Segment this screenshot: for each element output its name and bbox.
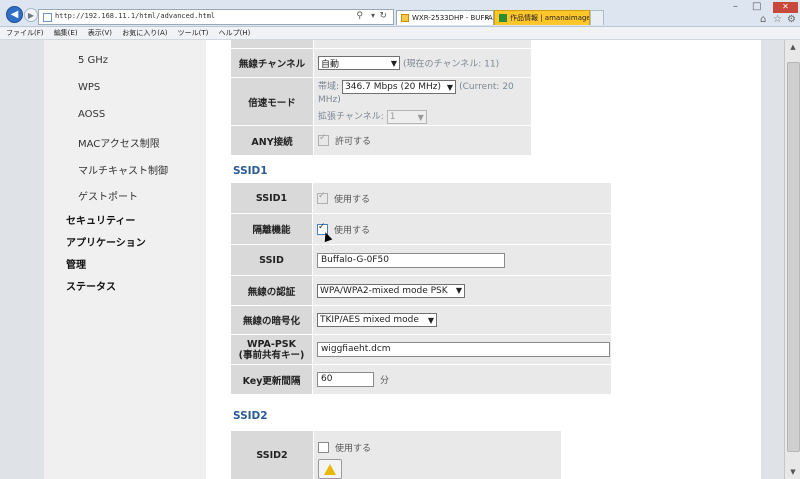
sidebar-item-5ghz[interactable]: 5 GHz	[78, 55, 108, 66]
tab-label: 作品情報 | amanaimages	[510, 14, 590, 22]
menu-help[interactable]: ヘルプ(H)	[219, 28, 251, 39]
vertical-scrollbar[interactable]: ▲ ▼	[784, 40, 800, 479]
star-icon[interactable]: ☆	[773, 14, 782, 25]
scroll-down-icon[interactable]: ▼	[785, 465, 800, 479]
auth-select[interactable]: WPA/WPA2-mixed mode PSK ▼	[317, 283, 465, 298]
chevron-down-icon: ▼	[455, 286, 462, 295]
router-favicon-icon	[401, 14, 409, 22]
sidebar-item-wps[interactable]: WPS	[78, 82, 100, 93]
menu-bar: ファイル(F) 編集(E) 表示(V) お気に入り(A) ツール(T) ヘルプ(…	[0, 27, 800, 40]
sidebar-item-aoss[interactable]: AOSS	[78, 109, 105, 120]
close-icon[interactable]: ×	[484, 11, 490, 25]
chevron-down-icon: ▼	[417, 112, 424, 122]
gear-icon[interactable]: ⚙	[787, 14, 796, 25]
any-connect-label: ANY接続	[231, 126, 314, 156]
ssid1-enable-check-label: 使用する	[334, 194, 371, 205]
sidebar-item-guest-port[interactable]: ゲストポート	[78, 188, 138, 203]
any-connect-check-label: 許可する	[335, 137, 372, 147]
ssid2-heading: SSID2	[233, 410, 268, 422]
warning-icon	[324, 463, 336, 475]
isolation-label: 隔離機能	[231, 214, 313, 245]
channel-select[interactable]: 自動 ▼	[318, 56, 400, 70]
sidebar-item-mac-filter[interactable]: MACアクセス制限	[78, 135, 160, 150]
bandwidth-select[interactable]: 346.7 Mbps (20 MHz) ▼	[342, 80, 457, 94]
bandwidth-prefix: 帯域:	[318, 82, 340, 92]
search-icon[interactable]: ⚲	[356, 11, 363, 21]
ext-channel-label: 拡張チャンネル:	[318, 112, 384, 122]
router-settings-page: 5 GHz WPS AOSS MACアクセス制限 マルチキャスト制御 ゲストポー…	[44, 40, 761, 479]
chevron-down-icon: ▼	[427, 315, 434, 325]
sidebar-item-admin[interactable]: 管理	[66, 256, 86, 271]
key-interval-label: Key更新間隔	[231, 365, 313, 395]
psk-sublabel: (事前共有キー)	[238, 349, 305, 361]
sidebar-item-application[interactable]: アプリケーション	[66, 234, 146, 249]
scroll-thumb[interactable]	[787, 62, 800, 452]
ssid1-enable-label: SSID1	[231, 183, 313, 214]
tab-router[interactable]: WXR-2533DHP - BUFFAL... ×	[396, 10, 494, 25]
menu-tools[interactable]: ツール(T)	[178, 28, 209, 39]
browser-titlebar: ◀ ▶ http://192.168.11.1/html/advanced.ht…	[0, 0, 800, 27]
sidebar-item-security[interactable]: セキュリティー	[66, 212, 135, 227]
psk-input[interactable]: wiggfiaeht.dcm	[317, 342, 610, 357]
channel-note: (現在のチャンネル: 11)	[403, 59, 500, 70]
mouse-cursor-icon	[321, 230, 333, 243]
isolation-check-label: 使用する	[334, 225, 371, 236]
sidebar-item-status[interactable]: ステータス	[66, 278, 116, 293]
ssid-input[interactable]: Buffalo-G-0F50	[317, 252, 505, 268]
minimize-icon[interactable]: –	[733, 1, 738, 12]
back-arrow-icon[interactable]: ◀	[6, 6, 23, 23]
ssid2-enable-checkbox[interactable]	[318, 442, 329, 453]
warning-button[interactable]	[318, 459, 342, 479]
scroll-up-icon[interactable]: ▲	[785, 40, 800, 54]
chevron-down-icon[interactable]: ▾	[371, 11, 375, 20]
menu-edit[interactable]: 編集(E)	[54, 28, 78, 39]
ssid2-settings-table: SSID2 使用する	[231, 431, 561, 479]
forward-arrow-icon[interactable]: ▶	[24, 8, 38, 22]
radio-settings-table: 無線チャンネル 自動 ▼ (現在のチャンネル: 11) 倍速モード 帯域: 346…	[231, 40, 531, 156]
ssid1-settings-table: SSID1 使用する 隔離機能 使用する SSID Buffalo-G-0F50	[231, 183, 611, 395]
auth-label: 無線の認証	[231, 276, 313, 306]
refresh-icon[interactable]: ↻	[379, 11, 387, 21]
amana-favicon-icon	[499, 14, 507, 22]
key-interval-unit: 分	[380, 376, 390, 386]
tab-label: WXR-2533DHP - BUFFAL...	[412, 14, 493, 22]
channel-label: 無線チャンネル	[231, 49, 314, 78]
menu-file[interactable]: ファイル(F)	[6, 28, 44, 39]
menu-favorites[interactable]: お気に入り(A)	[122, 28, 167, 39]
ssid1-heading: SSID1	[233, 165, 268, 177]
psk-label: WPA-PSK	[246, 338, 297, 350]
ext-channel-select[interactable]: 1 ▼	[386, 110, 427, 124]
chevron-down-icon: ▼	[446, 82, 454, 92]
encryption-select[interactable]: TKIP/AES mixed mode ▼	[317, 313, 437, 327]
sidebar-item-multicast[interactable]: マルチキャスト制御	[78, 162, 168, 177]
ssid2-enable-label: SSID2	[231, 431, 314, 479]
menu-view[interactable]: 表示(V)	[88, 28, 112, 39]
any-connect-checkbox[interactable]	[318, 133, 329, 146]
page-icon	[43, 13, 52, 22]
page-viewport: 5 GHz WPS AOSS MACアクセス制限 マルチキャスト制御 ゲストポー…	[0, 40, 784, 479]
window-close-icon[interactable]: ✕	[773, 2, 798, 13]
home-icon[interactable]: ⌂	[760, 14, 766, 25]
address-bar[interactable]: http://192.168.11.1/html/advanced.html ⚲…	[38, 9, 394, 25]
tab-amanaimages[interactable]: 作品情報 | amanaimages	[494, 10, 590, 25]
maximize-icon[interactable]: □	[752, 1, 761, 12]
ssid1-enable-checkbox[interactable]	[317, 191, 328, 204]
encryption-label: 無線の暗号化	[231, 306, 313, 335]
chevron-down-icon: ▼	[390, 58, 397, 68]
ssid2-enable-check-label: 使用する	[335, 444, 372, 454]
key-interval-input[interactable]: 60	[317, 372, 374, 387]
new-tab-button[interactable]	[590, 10, 604, 25]
sidebar: 5 GHz WPS AOSS MACアクセス制限 マルチキャスト制御 ゲストポー…	[44, 40, 206, 479]
speed-mode-label: 倍速モード	[231, 78, 314, 126]
ssid-label: SSID	[231, 245, 313, 276]
address-text: http://192.168.11.1/html/advanced.html	[55, 12, 216, 20]
